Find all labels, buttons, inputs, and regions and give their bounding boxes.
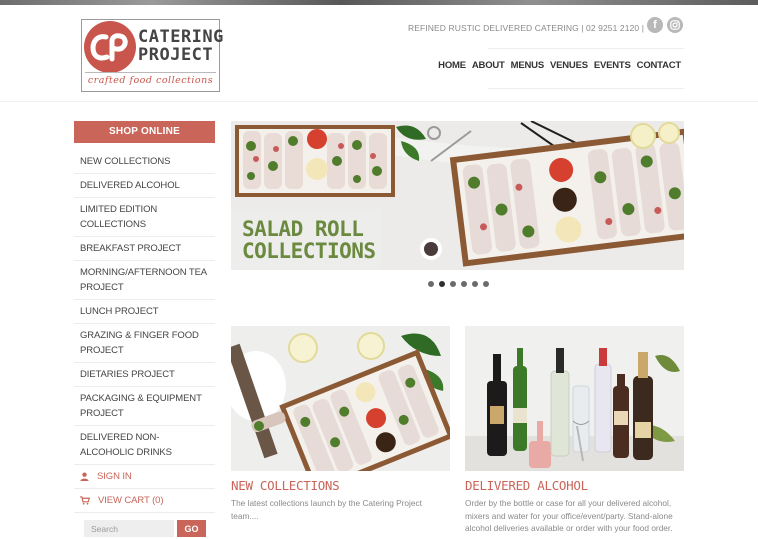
logo-divider	[85, 72, 216, 73]
instagram-icon[interactable]	[667, 17, 683, 33]
hero-slider[interactable]: SALAD ROLL COLLECTIONS	[231, 121, 684, 270]
sidebar-item-new-collections[interactable]: NEW COLLECTIONS	[74, 150, 215, 174]
header-divider-bottom	[488, 88, 684, 89]
delivered-alcohol-title[interactable]: DELIVERED ALCOHOL	[465, 478, 684, 493]
hero-headline: SALAD ROLL COLLECTIONS	[242, 218, 376, 262]
slider-dot-6[interactable]	[483, 281, 489, 287]
logo-wordmark: CATERING PROJECT	[138, 28, 224, 64]
header-tagline: REFINED RUSTIC DELIVERED CATERING | 02 9…	[408, 23, 644, 33]
hero-headline-line-1: SALAD ROLL	[242, 217, 364, 241]
search-input[interactable]	[84, 520, 174, 537]
logo-line-1: CATERING	[138, 27, 224, 47]
facebook-icon[interactable]: f	[647, 17, 663, 33]
header-divider-top	[488, 48, 684, 49]
new-collections-description: The latest collections launch by the Cat…	[231, 498, 422, 521]
slider-dot-1[interactable]	[428, 281, 434, 287]
feature-card-new-collections: NEW COLLECTIONS The latest collections l…	[231, 326, 450, 522]
logo-line-2: PROJECT	[138, 45, 214, 65]
delivered-alcohol-image[interactable]	[465, 326, 684, 471]
slider-dot-3[interactable]	[450, 281, 456, 287]
nav-about[interactable]: ABOUT	[472, 60, 505, 71]
slider-dot-2[interactable]	[439, 281, 445, 287]
sidebar-item-dietaries[interactable]: DIETARIES PROJECT	[74, 363, 215, 387]
nav-venues[interactable]: VENUES	[550, 60, 588, 71]
sign-in-label: SIGN IN	[97, 471, 132, 482]
nav-menus[interactable]: MENUS	[511, 60, 545, 71]
view-cart-link[interactable]: VIEW CART (0)	[74, 489, 215, 513]
sidebar-item-breakfast[interactable]: BREAKFAST PROJECT	[74, 237, 215, 261]
sidebar-item-morning-afternoon-tea[interactable]: MORNING/AFTERNOON TEA PROJECT	[74, 261, 215, 300]
delivered-alcohol-description: Order by the bottle or case for all your…	[465, 498, 673, 533]
sidebar-item-non-alcoholic-drinks[interactable]: DELIVERED NON-ALCOHOLIC DRINKS	[74, 426, 215, 465]
shop-online-button[interactable]: SHOP ONLINE	[74, 121, 215, 143]
slider-dot-4[interactable]	[461, 281, 467, 287]
new-collections-title[interactable]: NEW COLLECTIONS	[231, 478, 450, 493]
category-list: NEW COLLECTIONS DELIVERED ALCOHOL LIMITE…	[74, 150, 215, 513]
main-nav: HOME ABOUT MENUS VENUES EVENTS CONTACT	[438, 60, 681, 71]
view-cart-label: VIEW CART (0)	[98, 495, 164, 506]
site-logo[interactable]: CATERING PROJECT crafted food collection…	[81, 19, 223, 92]
new-collections-image[interactable]	[231, 326, 450, 471]
sidebar-item-delivered-alcohol[interactable]: DELIVERED ALCOHOL	[74, 174, 215, 198]
logo-tagline: crafted food collections	[87, 75, 214, 86]
sidebar-item-packaging-equipment[interactable]: PACKAGING & EQUIPMENT PROJECT	[74, 387, 215, 426]
nav-contact[interactable]: CONTACT	[637, 60, 682, 71]
search-form: GO	[84, 520, 215, 537]
sidebar-item-limited-edition[interactable]: LIMITED EDITION COLLECTIONS	[74, 198, 215, 237]
nav-events[interactable]: EVENTS	[594, 60, 631, 71]
feature-card-delivered-alcohol: DELIVERED ALCOHOL Order by the bottle or…	[465, 326, 684, 535]
nav-home[interactable]: HOME	[438, 60, 466, 71]
hero-headline-line-2: COLLECTIONS	[242, 239, 376, 263]
sidebar-item-grazing-finger-food[interactable]: GRAZING & FINGER FOOD PROJECT	[74, 324, 215, 363]
slider-dot-5[interactable]	[472, 281, 478, 287]
site-header: CATERING PROJECT crafted food collection…	[0, 5, 758, 102]
user-icon	[80, 472, 89, 481]
sidebar: SHOP ONLINE NEW COLLECTIONS DELIVERED AL…	[74, 121, 215, 537]
slider-pagination	[428, 281, 489, 287]
search-go-button[interactable]: GO	[177, 520, 206, 537]
cart-icon	[80, 496, 90, 505]
sidebar-item-lunch[interactable]: LUNCH PROJECT	[74, 300, 215, 324]
logo-monogram	[84, 21, 136, 73]
sign-in-link[interactable]: SIGN IN	[74, 465, 215, 489]
